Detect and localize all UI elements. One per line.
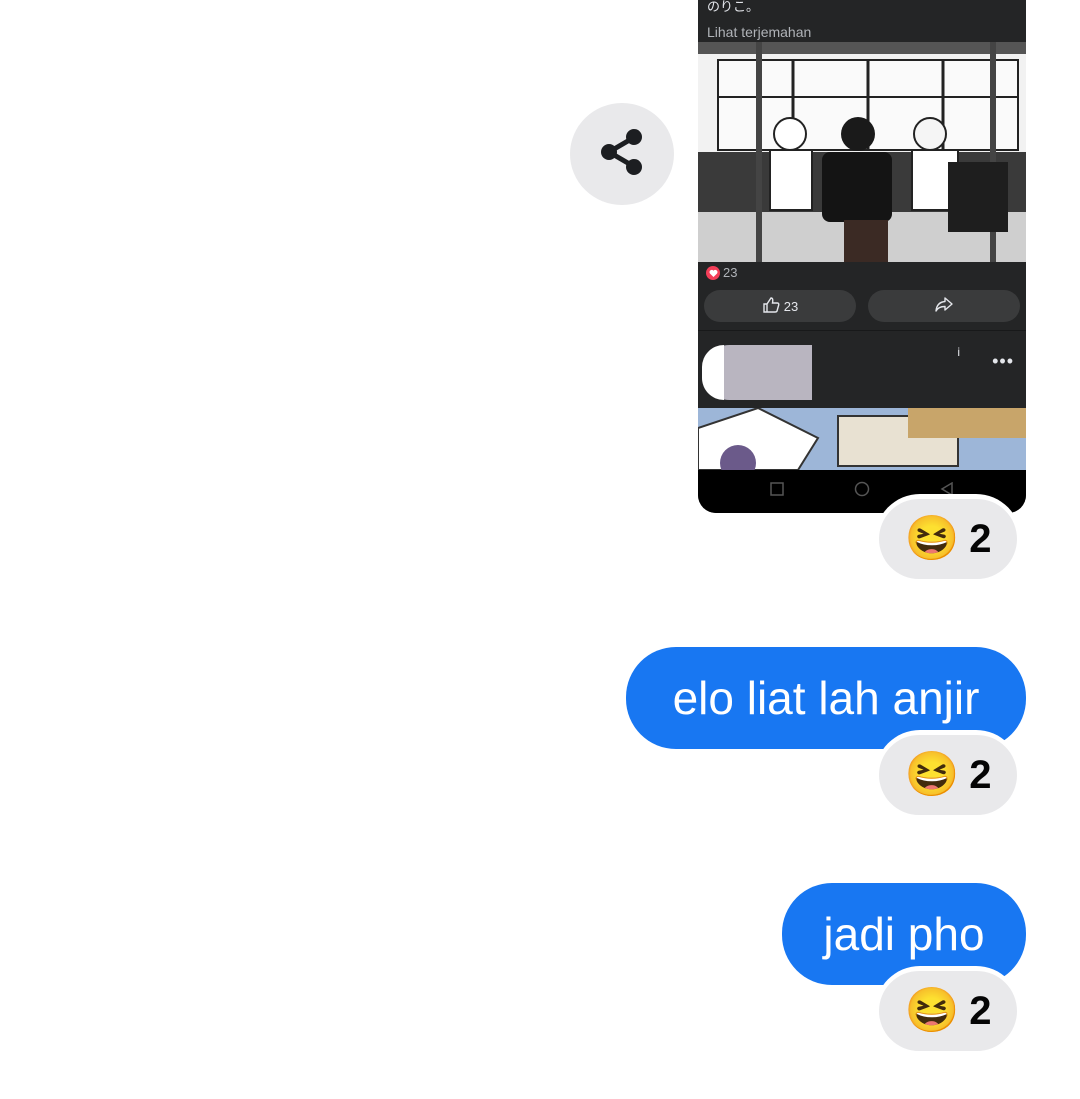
message-text: jadi pho (823, 908, 985, 960)
manga-panel-image (698, 42, 1026, 262)
post-share-button (868, 290, 1020, 322)
shared-screenshot-image[interactable]: のりこ。 Lihat terjemahan 23 23 i ••• (698, 0, 1026, 513)
home-icon (854, 481, 870, 502)
info-mark: i (957, 345, 960, 359)
laughing-emoji-icon: 😆 (904, 514, 960, 563)
post-caption-text: のりこ。 (707, 0, 760, 14)
see-translation-link: Lihat terjemahan (707, 24, 812, 40)
share-arrow-icon (934, 296, 954, 317)
share-icon (595, 125, 649, 184)
reaction-count: 2 (969, 988, 992, 1033)
reaction-count: 23 (723, 265, 738, 280)
laughing-emoji-icon: 😆 (904, 986, 960, 1035)
laughing-emoji-icon: 😆 (904, 750, 960, 799)
share-button[interactable] (570, 103, 674, 205)
recents-icon (770, 482, 784, 501)
thumbs-up-icon (762, 296, 780, 317)
message-reaction[interactable]: 😆 2 (875, 730, 1021, 820)
like-count: 23 (783, 298, 799, 314)
love-reaction-icon (706, 265, 720, 280)
message-reaction[interactable]: 😆 2 (875, 494, 1021, 584)
more-options-icon: ••• (992, 351, 1014, 371)
message-text: elo liat lah anjir (672, 672, 980, 724)
like-button: 23 (704, 290, 856, 322)
reaction-count: 2 (969, 752, 992, 797)
message-reaction[interactable]: 😆 2 (875, 966, 1021, 1056)
redacted-avatar (702, 345, 812, 400)
reaction-count: 2 (969, 516, 992, 561)
post-reactions: 23 (706, 265, 737, 280)
next-post-image (698, 408, 1026, 470)
next-post-header: i ••• (698, 330, 1026, 409)
